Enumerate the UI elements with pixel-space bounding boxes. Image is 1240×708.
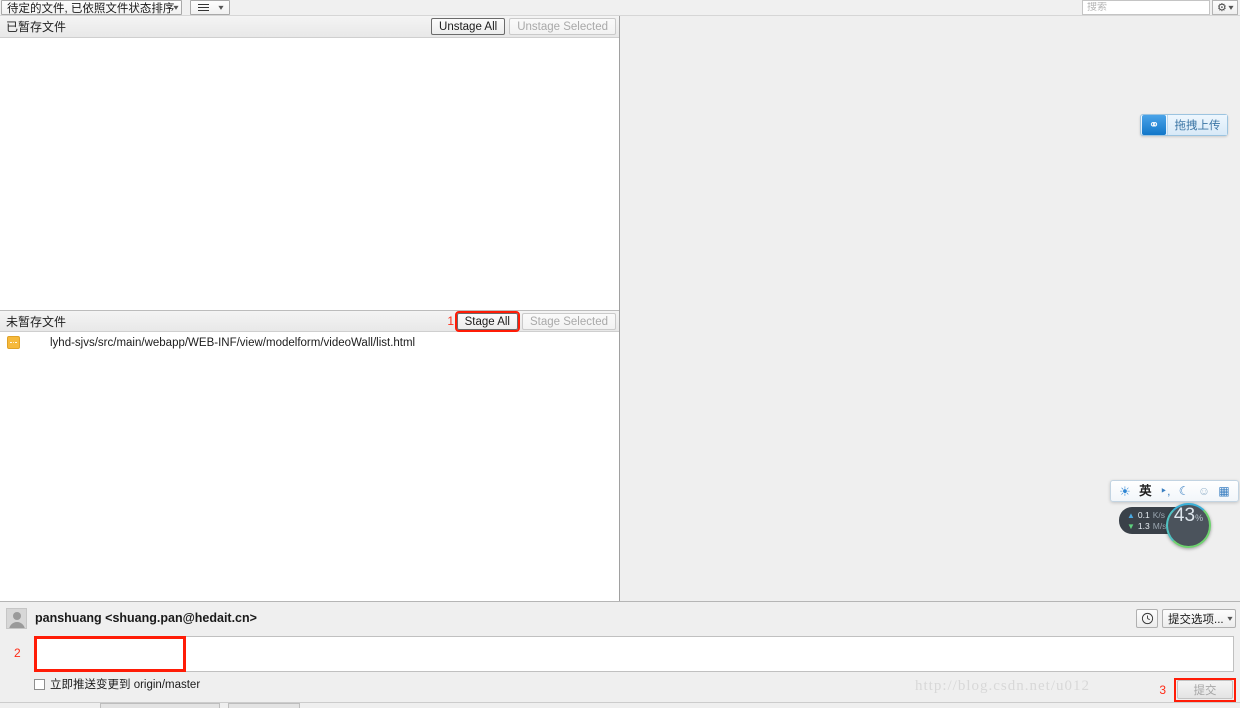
list-item[interactable]: lyhd-sjvs/src/main/webapp/WEB-INF/view/m… <box>0 332 619 353</box>
author-identity: panshuang <shuang.pan@hedait.cn> <box>35 611 257 625</box>
commit-message-input[interactable] <box>34 636 1234 672</box>
sort-order-dropdown[interactable]: 待定的文件, 已依照文件状态排序 ▾ <box>1 0 183 15</box>
usage-percent-value: 43 <box>1173 505 1196 526</box>
link-upload-icon: ⚭ <box>1142 115 1166 135</box>
unstage-selected-button[interactable]: Unstage Selected <box>509 18 616 35</box>
top-toolbar: 待定的文件, 已依照文件状态排序 ▾ ▾ ⚙ ▾ <box>0 0 1240 16</box>
chevron-down-icon: ▾ <box>218 2 224 12</box>
ime-mode-button[interactable]: 英 <box>1139 485 1152 498</box>
drag-upload-widget[interactable]: ⚭ 拖拽上传 <box>1140 114 1228 136</box>
baidu-paw-icon[interactable]: ☀ <box>1119 485 1131 498</box>
stage-selected-button[interactable]: Stage Selected <box>521 313 616 330</box>
staged-file-list[interactable] <box>0 38 619 310</box>
commit-message-wrap: 2 <box>0 634 1240 674</box>
unstaged-section-title: 未暂存文件 <box>6 314 67 329</box>
commit-options-label: 提交选项... <box>1168 613 1224 626</box>
modified-file-icon <box>7 336 20 349</box>
unstage-selected-label: Unstage Selected <box>517 20 608 33</box>
commit-button-highlight <box>1174 678 1236 702</box>
unstage-all-button[interactable]: Unstage All <box>431 18 506 35</box>
push-checkbox-label: 立即推送变更到 origin/master <box>50 679 201 691</box>
download-speed-value: 1.3 <box>1137 520 1150 531</box>
upload-speed-unit: K/s <box>1152 509 1166 520</box>
clock-history-icon <box>1141 612 1153 625</box>
staged-actions: Unstage All Unstage Selected <box>431 18 616 35</box>
author-row: panshuang <shuang.pan@hedait.cn> 提交选项...… <box>0 602 1240 634</box>
sort-order-label: 待定的文件, 已依照文件状态排序 <box>7 2 175 15</box>
chevron-down-icon: ▾ <box>1228 2 1234 12</box>
unstage-all-label: Unstage All <box>439 20 498 33</box>
baidu-ime-toolbar[interactable]: ☀ 英 ‣, ☾ ☺ ▦ <box>1110 480 1239 502</box>
person-icon[interactable]: ☺ <box>1198 485 1210 497</box>
view-mode-dropdown[interactable]: ▾ <box>190 0 231 15</box>
annotation-marker-3: 3 <box>1159 683 1166 697</box>
search-box[interactable] <box>1082 0 1219 15</box>
unstaged-actions: Stage All Stage Selected <box>454 311 616 332</box>
drag-upload-label: 拖拽上传 <box>1167 115 1227 135</box>
push-checkbox[interactable] <box>34 678 45 690</box>
upload-speed-value: 0.1 <box>1137 509 1150 520</box>
chevron-down-icon: ▾ <box>1227 613 1233 623</box>
annotation-marker-1: 1 <box>447 314 454 328</box>
moon-icon[interactable]: ☾ <box>1179 485 1190 497</box>
bottom-strip <box>0 702 1240 708</box>
usage-percent-unit: % <box>1195 513 1204 523</box>
avatar <box>6 607 27 629</box>
stage-selected-label: Stage Selected <box>529 315 608 328</box>
arrow-up-icon: ▲ <box>1127 510 1135 520</box>
search-input[interactable] <box>1087 2 1219 13</box>
unstaged-file-list[interactable]: lyhd-sjvs/src/main/webapp/WEB-INF/view/m… <box>0 332 619 599</box>
cpu-usage-dial[interactable]: 43 % <box>1166 503 1211 548</box>
download-speed-row: ▼ 1.3 M/s <box>1127 521 1166 532</box>
changes-panel: 已暂存文件 Unstage All Unstage Selected 未暂存文件… <box>0 16 620 601</box>
bottom-tab-1[interactable] <box>100 703 220 708</box>
upload-speed-row: ▲ 0.1 K/s <box>1127 510 1166 521</box>
file-path: lyhd-sjvs/src/main/webapp/WEB-INF/view/m… <box>50 336 416 349</box>
list-view-icon <box>198 2 210 13</box>
stage-all-label: Stage All <box>464 315 510 328</box>
settings-button[interactable]: ⚙ ▾ <box>1212 0 1238 15</box>
arrow-down-icon: ▼ <box>1127 521 1135 531</box>
gear-icon: ⚙ <box>1217 2 1227 14</box>
grid-icon[interactable]: ▦ <box>1218 485 1229 497</box>
commit-history-button[interactable] <box>1136 609 1158 628</box>
download-speed-unit: M/s <box>1152 520 1167 531</box>
punctuation-icon[interactable]: ‣, <box>1160 485 1170 497</box>
watermark-text: http://blog.csdn.net/u012 <box>915 678 1090 694</box>
staged-section-header: 已暂存文件 Unstage All Unstage Selected <box>0 16 619 38</box>
network-speed-widget[interactable]: ▲ 0.1 K/s ▼ 1.3 M/s 43 % <box>1119 503 1211 548</box>
annotation-marker-2: 2 <box>14 646 21 660</box>
bottom-tab-2[interactable] <box>228 703 300 708</box>
github-desktop-window: 待定的文件, 已依照文件状态排序 ▾ ▾ ⚙ ▾ 已暂存文件 Unstage A… <box>0 0 1240 708</box>
staged-section-title: 已暂存文件 <box>6 20 67 34</box>
unstaged-section-header: 未暂存文件 1 Stage All Stage Selected <box>0 310 619 332</box>
diff-preview-pane: ⚭ 拖拽上传 ☀ 英 ‣, ☾ ☺ ▦ ▲ 0.1 K/s ▼ 1.3 M/s <box>621 16 1240 601</box>
chevron-down-icon: ▾ <box>173 2 180 12</box>
stage-all-button[interactable]: Stage All <box>454 311 520 332</box>
commit-options-dropdown[interactable]: 提交选项... ▾ <box>1162 609 1236 628</box>
